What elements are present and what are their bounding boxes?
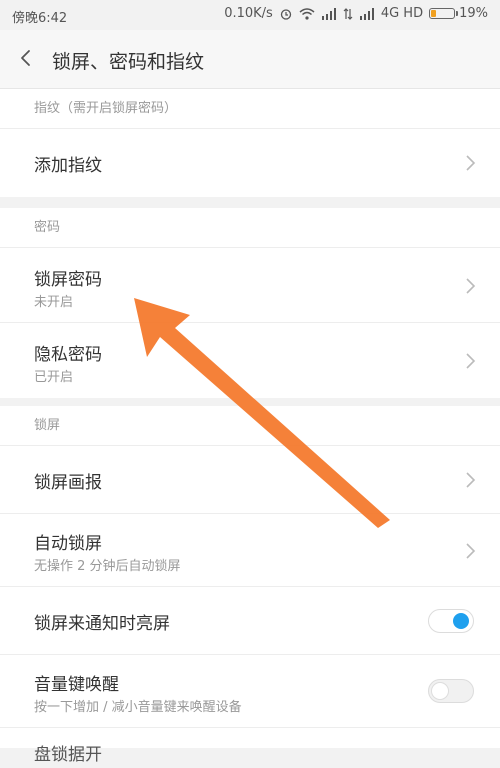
status-right: 0.10K/s 4G HD 19% <box>224 6 488 21</box>
chevron-right-icon <box>466 155 476 171</box>
lockscreen-section: 锁屏 锁屏画报 自动锁屏 无操作 2 分钟后自动锁屏 锁屏来通知时亮屏 音量键唤… <box>0 406 500 765</box>
notify-wake-label: 锁屏来通知时亮屏 <box>34 614 170 634</box>
page-title: 锁屏、密码和指纹 <box>52 51 205 73</box>
volume-wake-row: 音量键唤醒 按一下增加 / 减小音量键来唤醒设备 <box>0 655 500 728</box>
auto-lock-row[interactable]: 自动锁屏 无操作 2 分钟后自动锁屏 <box>0 514 500 587</box>
status-time: 傍晚6:42 <box>12 11 68 26</box>
network-type: 4G HD <box>380 6 424 21</box>
privacy-password-status: 已开启 <box>34 370 74 385</box>
signal-icon <box>321 7 336 20</box>
password-section: 密码 锁屏密码 未开启 隐私密码 已开启 <box>0 208 500 398</box>
privacy-password-label: 隐私密码 <box>34 345 102 365</box>
fingerprint-section-header: 指纹（需开启锁屏密码） <box>0 89 500 129</box>
partial-row[interactable]: 盘锁据开 <box>0 728 500 768</box>
title-bar: 锁屏、密码和指纹 <box>0 30 500 89</box>
lock-password-label: 锁屏密码 <box>34 270 102 290</box>
wifi-icon <box>299 7 315 20</box>
chevron-right-icon <box>466 472 476 488</box>
network-speed: 0.10K/s <box>224 6 273 21</box>
data-transfer-icon <box>343 7 353 20</box>
alarm-icon <box>280 8 291 20</box>
lock-magazine-label: 锁屏画报 <box>34 473 102 493</box>
auto-lock-description: 无操作 2 分钟后自动锁屏 <box>34 559 181 574</box>
chevron-right-icon <box>466 278 476 294</box>
notify-wake-row: 锁屏来通知时亮屏 <box>0 587 500 655</box>
add-fingerprint-row[interactable]: 添加指纹 <box>0 129 500 197</box>
auto-lock-label: 自动锁屏 <box>34 534 102 554</box>
chevron-right-icon <box>466 353 476 369</box>
back-arrow-icon[interactable] <box>16 48 36 68</box>
lock-password-status: 未开启 <box>34 295 74 310</box>
privacy-password-row[interactable]: 隐私密码 已开启 <box>0 323 500 398</box>
partial-row-label: 盘锁据开 <box>34 745 102 765</box>
password-section-header: 密码 <box>0 208 500 248</box>
chevron-right-icon <box>466 543 476 559</box>
battery: 19% <box>429 6 488 21</box>
lockscreen-section-header: 锁屏 <box>0 406 500 446</box>
signal-icon-2 <box>359 7 374 20</box>
notify-wake-toggle[interactable] <box>428 609 474 633</box>
lock-magazine-row[interactable]: 锁屏画报 <box>0 446 500 514</box>
fingerprint-section: 指纹（需开启锁屏密码） 添加指纹 <box>0 89 500 197</box>
status-bar: 傍晚6:42 0.10K/s 4G HD 19% <box>0 0 500 30</box>
volume-wake-toggle[interactable] <box>428 679 474 703</box>
battery-level: 19% <box>459 6 488 21</box>
volume-wake-label: 音量键唤醒 <box>34 675 119 695</box>
battery-icon <box>429 8 459 19</box>
volume-wake-description: 按一下增加 / 减小音量键来唤醒设备 <box>34 700 242 715</box>
add-fingerprint-label: 添加指纹 <box>34 156 102 176</box>
lock-password-row[interactable]: 锁屏密码 未开启 <box>0 248 500 323</box>
